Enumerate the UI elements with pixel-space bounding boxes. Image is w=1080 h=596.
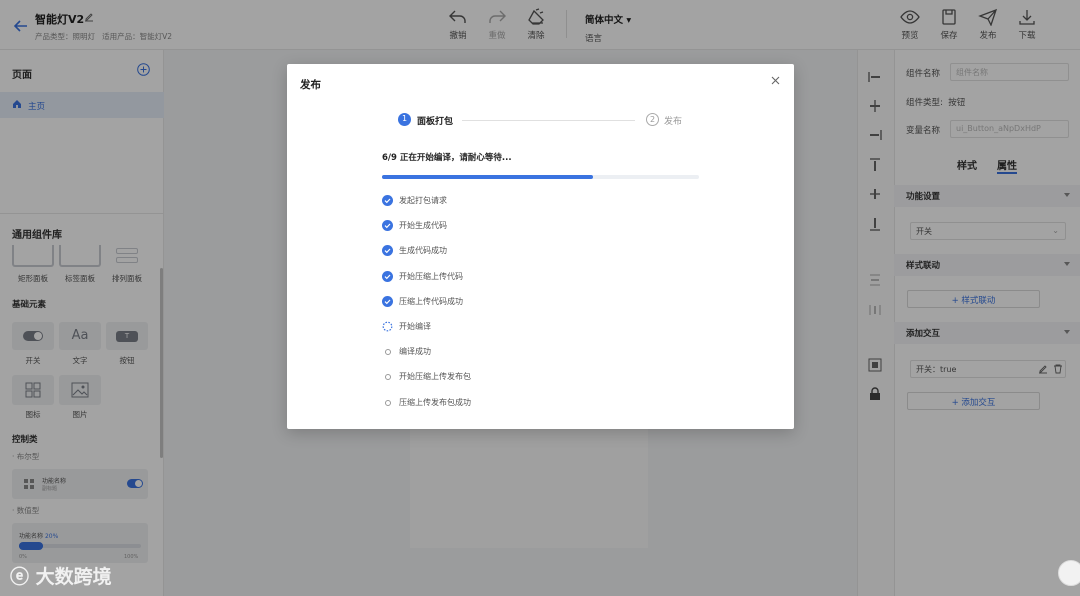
step-label: 开始压缩上传代码 [399,271,463,281]
step-label: 开始编译 [399,322,431,331]
publish-dialog: 发布 1 面板打包 2 发布 6/9 正在开始编译，请耐心等待... 发起打包请… [287,64,794,429]
step1-circle: 1 [398,113,411,126]
check-circle-icon [382,220,393,232]
pending-circle-icon [384,374,391,381]
step-label: 压缩上传代码成功 [399,296,463,306]
assistant-badge[interactable] [1058,560,1080,586]
step2-circle: 2 [646,113,659,126]
step-label: 生成代码成功 [399,246,447,256]
step-label: 开始生成代码 [399,221,447,231]
watermark-logo: ⓔ 大数跨境 [10,566,112,588]
step-label: 开始压缩上传发布包 [399,372,471,382]
step-label: 发起打包请求 [399,196,447,205]
check-circle-icon [382,270,393,282]
pending-circle-icon [384,349,391,356]
pending-circle-icon [384,399,391,406]
step1-label: 面板打包 [417,117,454,127]
close-icon[interactable] [771,76,780,85]
progress-fill [382,175,594,179]
spinner-icon [382,321,393,332]
step-label: 编译成功 [399,347,431,357]
step2-label: 发布 [664,117,683,127]
check-circle-icon [382,195,393,206]
step-label: 压缩上传发布包成功 [399,397,471,407]
step-connector [462,120,635,121]
check-circle-icon [382,295,393,307]
progress-text: 6/9 正在开始编译，请耐心等待... [382,153,512,163]
progress-bar [382,175,699,179]
dialog-title: 发布 [300,79,321,91]
check-circle-icon [382,245,393,257]
